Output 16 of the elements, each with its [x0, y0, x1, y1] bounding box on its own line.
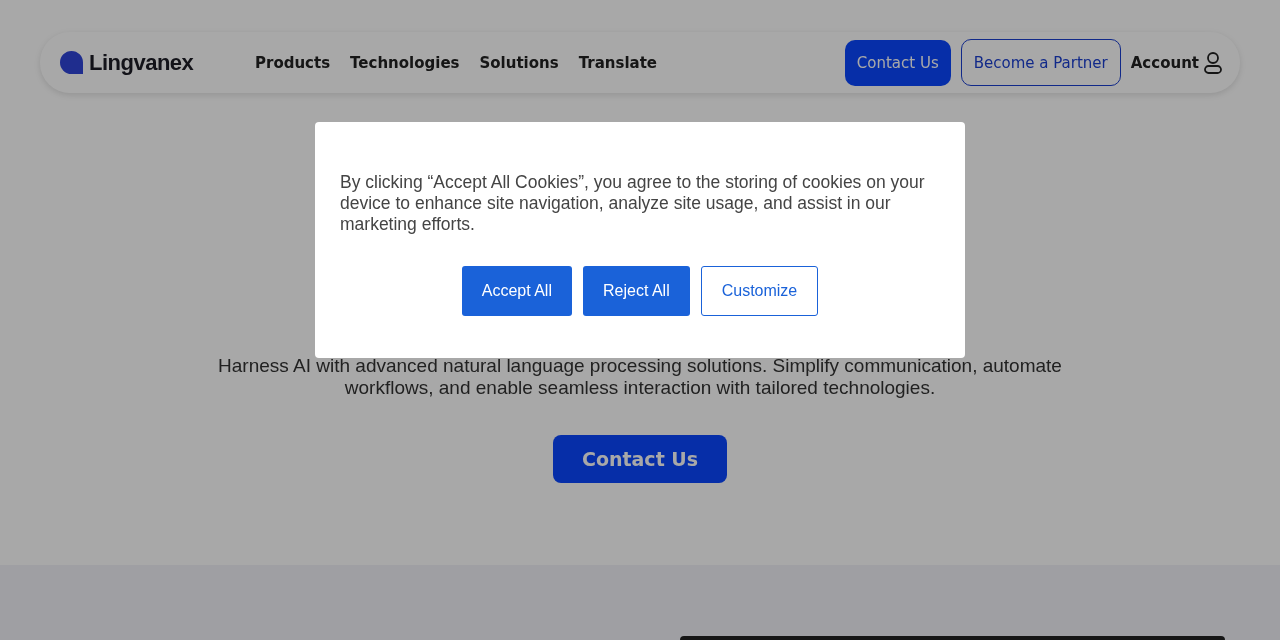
nav-link[interactable]: Translate [578, 53, 657, 72]
nav-link[interactable]: Products [255, 53, 331, 72]
dialog-button[interactable]: Customize [700, 266, 819, 316]
dialog-button[interactable]: Reject All [583, 266, 690, 316]
cookie-notice-text: By clicking “Accept All Cookies”, you agree to the storing of cookies on your device to enhance site navigation, analyze site usage, and assist in our marketing efforts. [340, 172, 926, 235]
nav-link[interactable]: Technologies [350, 53, 460, 72]
dialog-button[interactable]: Accept All [461, 266, 572, 316]
speech-bubble-icon [60, 51, 83, 74]
logo-text[interactable]: Lingvanex [89, 49, 194, 76]
user-icon [1204, 51, 1222, 74]
partner-button[interactable]: Become a Partner [960, 39, 1121, 86]
hero-subtitle: Harness AI with advanced natural language processing solutions. Simplify communication, automate workflows, and enable seamless interaction with tailored technologies. [217, 355, 1063, 399]
contact-button[interactable]: Contact Us [553, 435, 727, 483]
account-link[interactable]: Account [1130, 51, 1222, 74]
nav-link[interactable]: Solutions [479, 53, 559, 72]
contact-button[interactable]: Contact Us [844, 39, 951, 86]
